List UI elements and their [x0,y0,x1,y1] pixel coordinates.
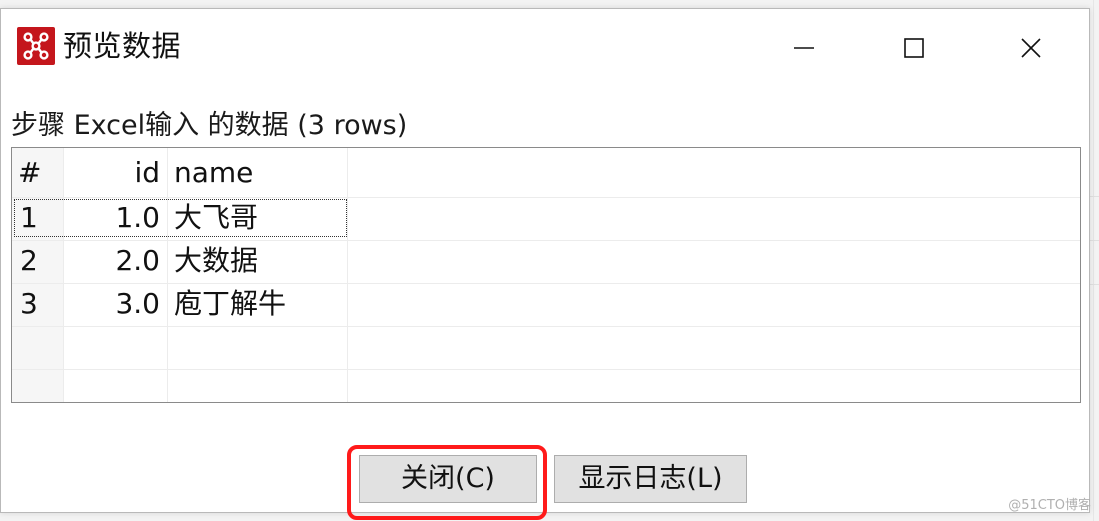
cell-name[interactable]: 大数据 [174,239,258,282]
column-header-name[interactable]: name [174,151,253,194]
row-number: 1 [20,201,38,234]
maximize-button[interactable] [859,19,969,79]
column-header-rownum[interactable]: # [18,151,41,194]
close-icon [1021,38,1041,58]
row-number: 3 [20,287,38,320]
window-title: 预览数据 [63,29,182,63]
data-preview-table[interactable]: # id name 1 1.0 大飞哥 2 2.0 大数据 3 3.0 庖丁解牛 [11,147,1081,403]
cell-id[interactable]: 1.0 [67,196,160,239]
title-bar[interactable]: 预览数据 [1,9,1089,79]
app-logo-icon [17,27,55,65]
watermark: @51CTO博客 [1008,498,1091,513]
close-window-button[interactable] [976,19,1086,79]
step-data-caption: 步骤 Excel输入 的数据 (3 rows) [11,110,408,141]
close-button[interactable]: 关闭(C) [359,455,537,503]
row-number: 2 [20,244,38,277]
cell-name[interactable]: 大飞哥 [174,196,258,239]
maximize-icon [904,38,924,58]
cell-name[interactable]: 庖丁解牛 [174,282,286,325]
show-log-button[interactable]: 显示日志(L) [554,455,747,503]
column-header-id[interactable]: id [67,151,160,194]
minimize-icon [794,47,814,49]
cell-id[interactable]: 3.0 [67,282,160,325]
minimize-button[interactable] [749,19,859,79]
cell-id[interactable]: 2.0 [67,239,160,282]
preview-data-dialog: 预览数据 步骤 Excel输入 的数据 (3 rows) # id name 1… [0,8,1090,520]
